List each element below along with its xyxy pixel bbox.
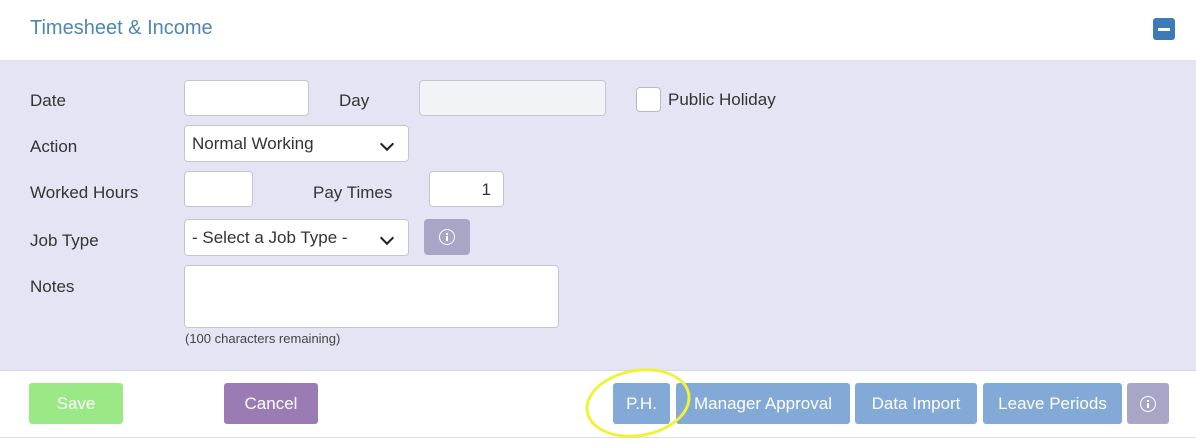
timesheet-income-panel: Timesheet & Income Date Day Public Holid…: [0, 0, 1196, 446]
day-label: Day: [339, 91, 370, 110]
form-footer: Save Cancel P.H. Manager Approval Data I…: [0, 371, 1196, 438]
worked-hours-label: Worked Hours: [30, 183, 139, 202]
ph-button[interactable]: P.H.: [613, 383, 670, 424]
job-type-select[interactable]: - Select a Job Type -: [184, 219, 409, 256]
collapse-icon[interactable]: [1153, 18, 1175, 40]
notes-label: Notes: [30, 277, 75, 296]
chevron-down-icon: [379, 230, 395, 246]
worked-hours-input[interactable]: [184, 171, 253, 207]
pay-times-input[interactable]: 1: [429, 171, 504, 207]
day-field: [419, 80, 606, 116]
pay-times-label: Pay Times: [313, 183, 393, 202]
data-import-button[interactable]: Data Import: [855, 383, 977, 424]
notes-textarea[interactable]: [184, 265, 559, 328]
panel-title: Timesheet & Income: [30, 17, 213, 39]
action-selected-value: Normal Working: [192, 134, 314, 153]
save-button[interactable]: Save: [29, 383, 123, 424]
job-type-info-button[interactable]: [424, 219, 470, 255]
form-body: Date Day Public Holiday Action Normal Wo…: [0, 61, 1196, 371]
notes-char-counter: (100 characters remaining): [185, 331, 341, 346]
action-select[interactable]: Normal Working: [184, 125, 409, 162]
panel-header: Timesheet & Income: [0, 0, 1196, 61]
leave-periods-button[interactable]: Leave Periods: [983, 383, 1122, 424]
info-icon: [1140, 395, 1156, 412]
cancel-button[interactable]: Cancel: [224, 383, 318, 424]
manager-approval-button[interactable]: Manager Approval: [676, 383, 850, 424]
footer-info-button[interactable]: [1127, 383, 1169, 424]
job-type-selected-value: - Select a Job Type -: [192, 228, 348, 247]
action-label: Action: [30, 137, 78, 156]
info-icon: [439, 229, 455, 245]
job-type-label: Job Type: [30, 231, 99, 250]
public-holiday-label: Public Holiday: [668, 90, 776, 109]
date-input[interactable]: [184, 80, 309, 116]
chevron-down-icon: [379, 136, 395, 152]
public-holiday-checkbox[interactable]: [636, 87, 661, 112]
date-label: Date: [30, 91, 66, 110]
